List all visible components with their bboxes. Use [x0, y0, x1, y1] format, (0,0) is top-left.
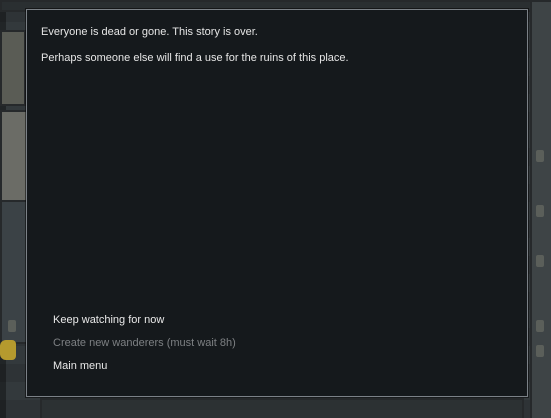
dialog-options: Keep watching for now Create new wandere… [53, 314, 236, 383]
world-wall [40, 398, 524, 418]
world-object [536, 150, 544, 162]
dialog-message-line: Everyone is dead or gone. This story is … [41, 26, 258, 38]
world-object [536, 205, 544, 217]
keep-watching-option[interactable]: Keep watching for now [53, 314, 236, 327]
world-item-yellow [0, 340, 16, 360]
dialog-message: Everyone is dead or gone. This story is … [41, 26, 513, 78]
game-over-dialog: Everyone is dead or gone. This story is … [26, 9, 528, 397]
main-menu-option[interactable]: Main menu [53, 360, 236, 373]
world-object [536, 255, 544, 267]
world-object [536, 320, 544, 332]
dialog-message-line: Perhaps someone else will find a use for… [41, 52, 349, 64]
world-object [536, 345, 544, 357]
create-new-wanderers-option: Create new wanderers (must wait 8h) [53, 337, 236, 349]
world-wall [0, 30, 26, 106]
world-object [8, 320, 16, 332]
